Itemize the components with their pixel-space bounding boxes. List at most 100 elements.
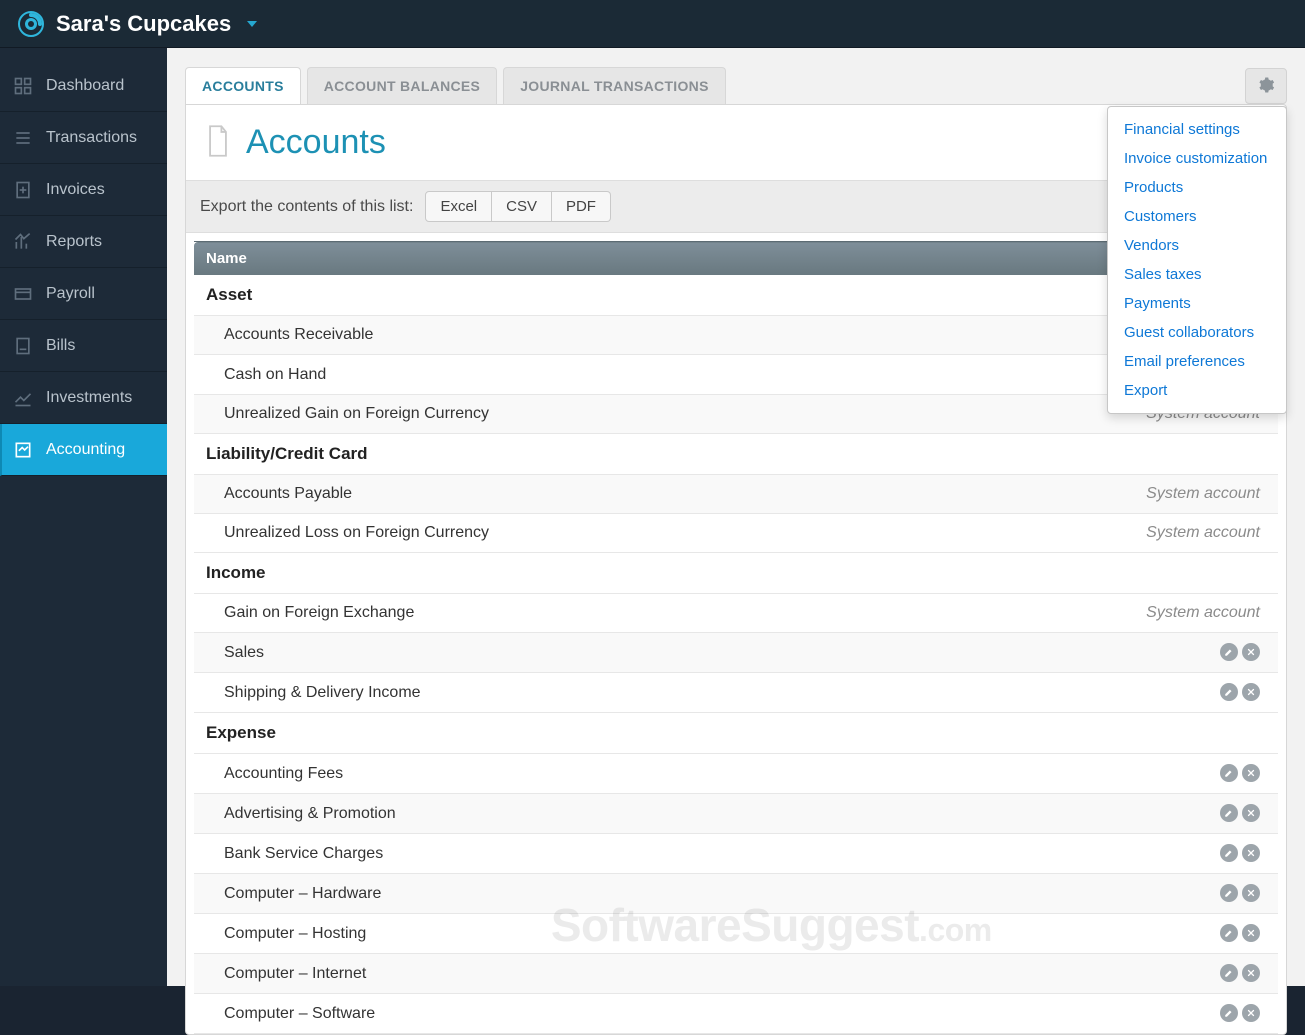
brand-selector[interactable]: Sara's Cupcakes: [10, 0, 265, 47]
account-name: Computer – Software: [194, 994, 882, 1034]
sidebar-item-invoices[interactable]: Invoices: [0, 164, 167, 216]
sidebar-item-label: Payroll: [46, 285, 95, 303]
sidebar-item-payroll[interactable]: Payroll: [0, 268, 167, 320]
table-row[interactable]: Computer – Hardware: [194, 874, 1278, 914]
dropdown-item[interactable]: Invoice customization: [1108, 144, 1286, 173]
dropdown-item[interactable]: Vendors: [1108, 231, 1286, 260]
delete-icon[interactable]: [1242, 683, 1260, 701]
account-name: Unrealized Loss on Foreign Currency: [194, 514, 882, 553]
accounting-icon: [12, 440, 34, 460]
dropdown-item[interactable]: Customers: [1108, 202, 1286, 231]
account-name: Unrealized Gain on Foreign Currency: [194, 395, 882, 434]
brand-name: Sara's Cupcakes: [56, 11, 231, 37]
delete-icon[interactable]: [1242, 964, 1260, 982]
dropdown-item[interactable]: Guest collaborators: [1108, 318, 1286, 347]
tab-journal-transactions[interactable]: JOURNAL TRANSACTIONS: [503, 67, 726, 104]
reports-icon: [12, 232, 34, 252]
table-group-row: Expense: [194, 713, 1278, 754]
delete-icon[interactable]: [1242, 844, 1260, 862]
account-actions: System account: [882, 475, 1278, 514]
account-name: Computer – Hosting: [194, 914, 882, 954]
sidebar-item-reports[interactable]: Reports: [0, 216, 167, 268]
sidebar-item-bills[interactable]: Bills: [0, 320, 167, 372]
edit-icon[interactable]: [1220, 804, 1238, 822]
delete-icon[interactable]: [1242, 643, 1260, 661]
sidebar-item-investments[interactable]: Investments: [0, 372, 167, 424]
account-name: Gain on Foreign Exchange: [194, 594, 882, 633]
page-title: Accounts: [246, 123, 386, 162]
col-name[interactable]: Name: [194, 242, 882, 276]
gear-icon: [1257, 76, 1275, 97]
dropdown-item[interactable]: Payments: [1108, 289, 1286, 318]
account-actions: [882, 834, 1278, 874]
investments-icon: [12, 388, 34, 408]
table-row[interactable]: Computer – Internet: [194, 954, 1278, 994]
table-row[interactable]: Accounts PayableSystem account: [194, 475, 1278, 514]
table-row[interactable]: Accounting Fees: [194, 754, 1278, 794]
dropdown-item[interactable]: Financial settings: [1108, 115, 1286, 144]
table-row[interactable]: Computer – Software: [194, 994, 1278, 1034]
settings-button[interactable]: [1245, 68, 1287, 104]
tab-account-balances[interactable]: ACCOUNT BALANCES: [307, 67, 497, 104]
account-name: Computer – Hardware: [194, 874, 882, 914]
account-actions: [882, 673, 1278, 713]
tab-accounts[interactable]: ACCOUNTS: [185, 67, 301, 104]
payroll-icon: [12, 284, 34, 304]
topbar: Sara's Cupcakes: [0, 0, 1305, 48]
account-actions: [882, 914, 1278, 954]
table-row[interactable]: Computer – Hosting: [194, 914, 1278, 954]
delete-icon[interactable]: [1242, 804, 1260, 822]
delete-icon[interactable]: [1242, 924, 1260, 942]
transactions-icon: [12, 128, 34, 148]
export-csv-button[interactable]: CSV: [492, 191, 552, 222]
bills-icon: [12, 336, 34, 356]
sidebar-item-label: Dashboard: [46, 77, 124, 95]
main-content: ACCOUNTS ACCOUNT BALANCES JOURNAL TRANSA…: [167, 48, 1305, 986]
dashboard-icon: [12, 76, 34, 96]
export-pdf-button[interactable]: PDF: [552, 191, 611, 222]
edit-icon[interactable]: [1220, 764, 1238, 782]
dropdown-item[interactable]: Sales taxes: [1108, 260, 1286, 289]
account-name: Accounts Receivable: [194, 316, 882, 355]
sidebar-item-label: Bills: [46, 337, 75, 355]
settings-dropdown: Financial settingsInvoice customizationP…: [1107, 106, 1287, 414]
account-name: Accounting Fees: [194, 754, 882, 794]
delete-icon[interactable]: [1242, 1004, 1260, 1022]
export-button-group: Excel CSV PDF: [425, 191, 611, 222]
sidebar-item-label: Accounting: [46, 441, 125, 459]
export-excel-button[interactable]: Excel: [425, 191, 492, 222]
delete-icon[interactable]: [1242, 884, 1260, 902]
sidebar-item-dashboard[interactable]: Dashboard: [0, 60, 167, 112]
dropdown-item[interactable]: Export: [1108, 376, 1286, 405]
account-actions: [882, 994, 1278, 1034]
dropdown-item[interactable]: Email preferences: [1108, 347, 1286, 376]
table-group-row: Liability/Credit Card: [194, 434, 1278, 475]
delete-icon[interactable]: [1242, 764, 1260, 782]
table-row[interactable]: Shipping & Delivery Income: [194, 673, 1278, 713]
edit-icon[interactable]: [1220, 844, 1238, 862]
table-row[interactable]: Sales: [194, 633, 1278, 673]
sidebar-item-accounting[interactable]: Accounting: [0, 424, 167, 476]
account-actions: [882, 954, 1278, 994]
document-icon: [204, 124, 232, 161]
table-row[interactable]: Bank Service Charges: [194, 834, 1278, 874]
brand-logo-icon: [18, 11, 44, 37]
sidebar-item-transactions[interactable]: Transactions: [0, 112, 167, 164]
edit-icon[interactable]: [1220, 1004, 1238, 1022]
edit-icon[interactable]: [1220, 924, 1238, 942]
edit-icon[interactable]: [1220, 964, 1238, 982]
edit-icon[interactable]: [1220, 884, 1238, 902]
table-row[interactable]: Unrealized Loss on Foreign CurrencySyste…: [194, 514, 1278, 553]
sidebar-item-label: Transactions: [46, 129, 137, 147]
account-name: Cash on Hand: [194, 355, 882, 395]
account-name: Advertising & Promotion: [194, 794, 882, 834]
edit-icon[interactable]: [1220, 643, 1238, 661]
sidebar-item-label: Invoices: [46, 181, 105, 199]
invoices-icon: [12, 180, 34, 200]
account-actions: System account: [882, 514, 1278, 553]
edit-icon[interactable]: [1220, 683, 1238, 701]
table-row[interactable]: Advertising & Promotion: [194, 794, 1278, 834]
dropdown-item[interactable]: Products: [1108, 173, 1286, 202]
sidebar-item-label: Reports: [46, 233, 102, 251]
table-row[interactable]: Gain on Foreign ExchangeSystem account: [194, 594, 1278, 633]
